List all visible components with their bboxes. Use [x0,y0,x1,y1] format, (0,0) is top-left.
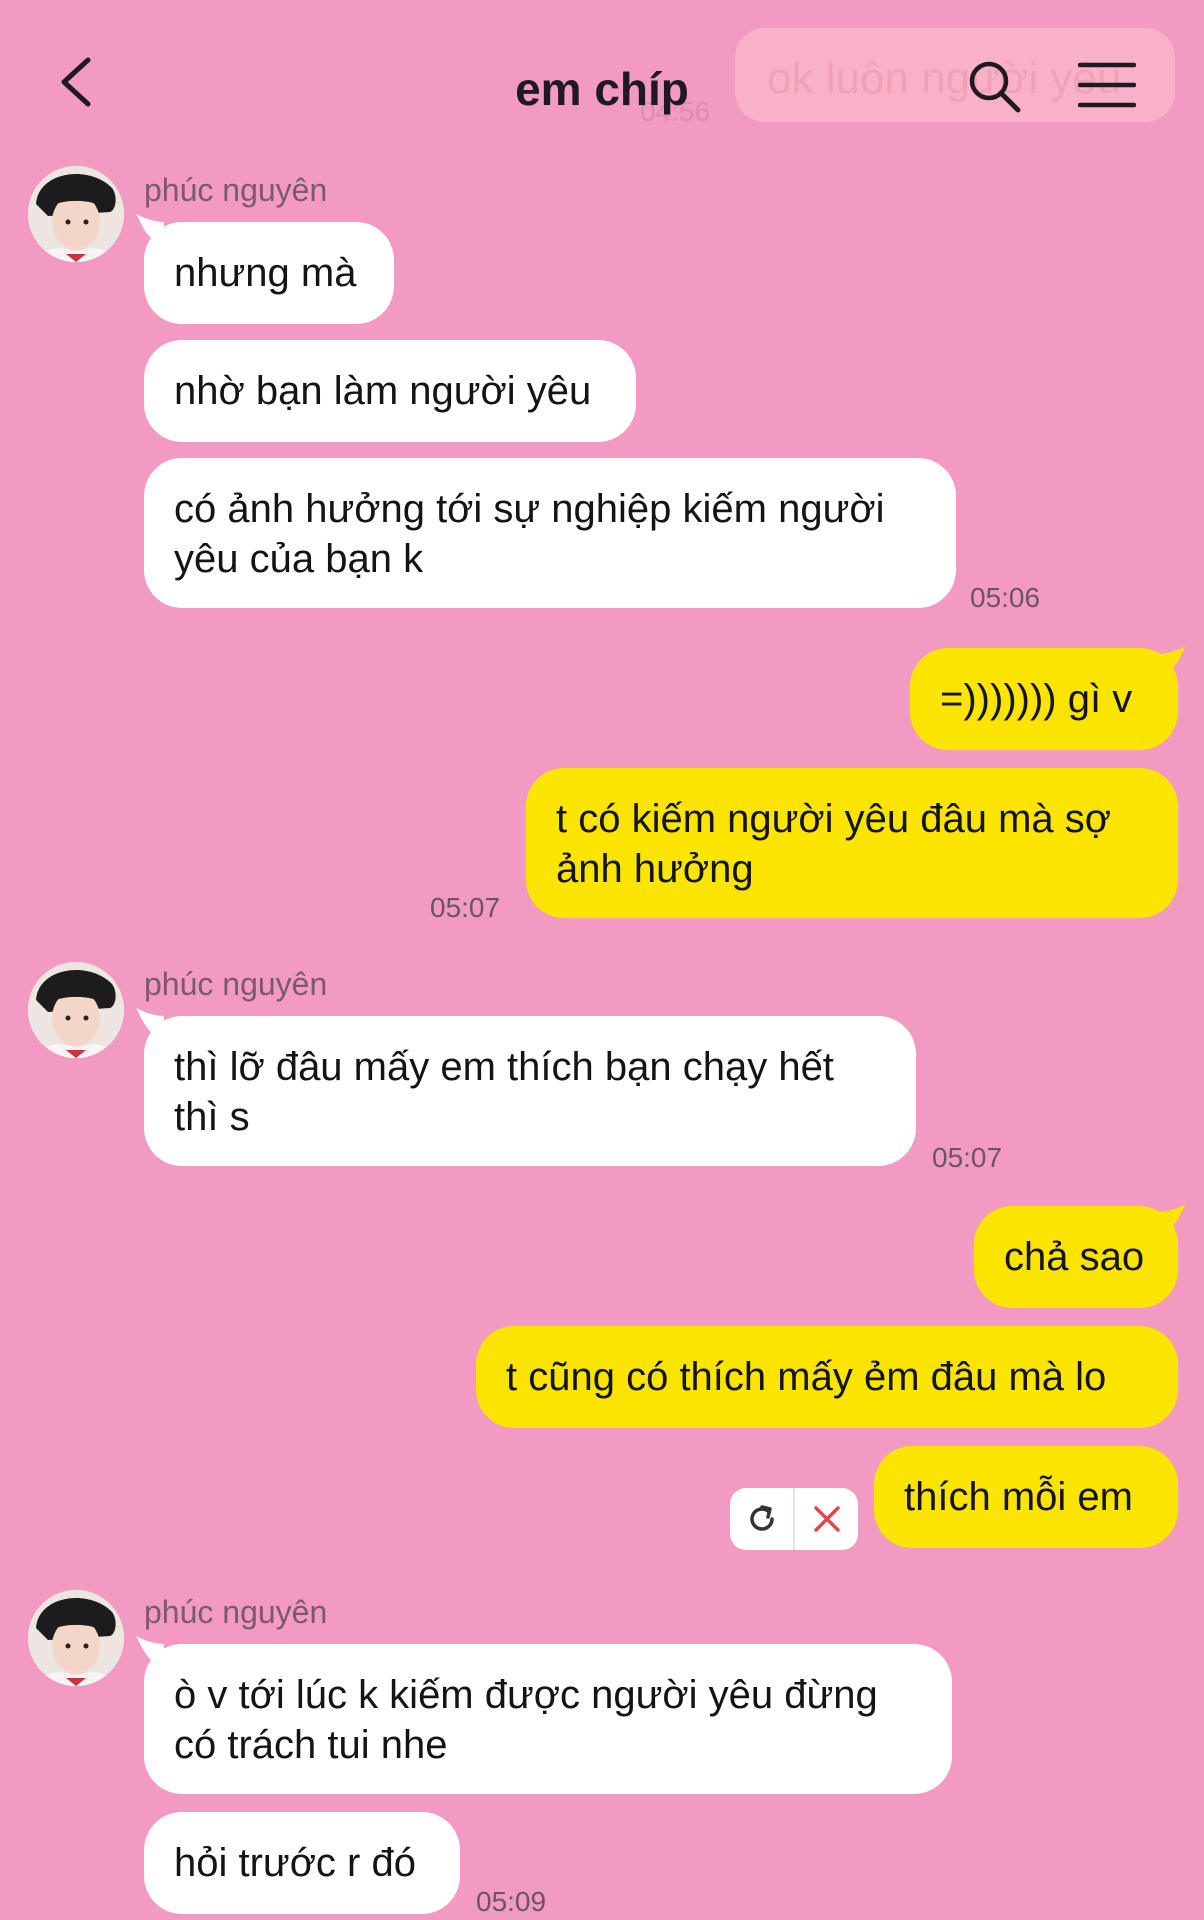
message-bubble-outgoing[interactable]: =))))))) gì v [910,648,1178,750]
avatar[interactable] [28,1590,124,1686]
message-bubble-outgoing[interactable]: chả sao [974,1206,1178,1308]
message-bubble-incoming[interactable]: ò v tới lúc k kiếm được người yêu đừng c… [144,1644,952,1794]
hamburger-menu-icon[interactable] [1077,60,1137,110]
message-bubble-outgoing[interactable]: thích mỗi em [874,1446,1178,1548]
message-bubble-incoming[interactable]: nhưng mà [144,222,394,324]
message-bubble-outgoing[interactable]: t cũng có thích mấy ẻm đâu mà lo [476,1326,1178,1428]
message-timestamp: 05:07 [932,1142,1003,1173]
message-bubble-incoming[interactable]: thì lỡ đâu mấy em thích bạn chạy hết thì… [144,1016,916,1166]
sender-name: phúc nguyên [144,1594,328,1630]
message-timestamp: 05:06 [970,582,1041,613]
message-bubble-incoming[interactable]: hỏi trước r đó [144,1812,460,1914]
avatar[interactable] [28,166,124,262]
message-bubble-incoming[interactable]: có ảnh hưởng tới sự nghiệp kiếm người yê… [144,458,956,608]
resend-controls [730,1488,858,1550]
sender-name: phúc nguyên [144,966,328,1002]
sender-name: phúc nguyên [144,172,328,208]
search-icon[interactable] [964,56,1024,116]
message-timestamp: 05:09 [476,1886,547,1917]
message-bubble-incoming[interactable]: nhờ bạn làm người yêu [144,340,636,442]
refresh-icon[interactable] [730,1488,793,1550]
message-timestamp: 05:07 [430,892,501,923]
close-icon[interactable] [795,1488,858,1550]
avatar[interactable] [28,962,124,1058]
message-bubble-outgoing[interactable]: t có kiếm người yêu đâu mà sợ ảnh hưởng [526,768,1178,918]
